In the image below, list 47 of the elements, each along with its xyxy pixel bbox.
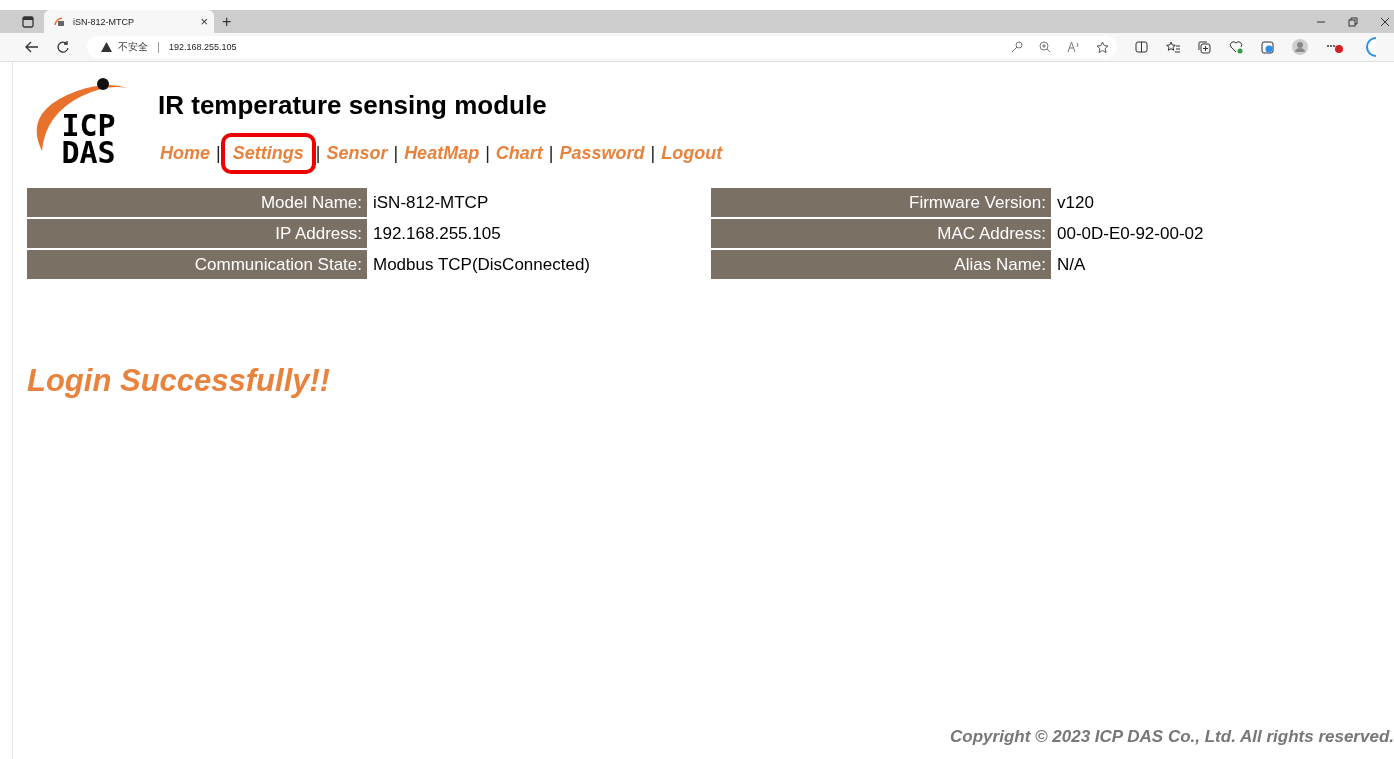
tab-list-icon[interactable] <box>22 15 34 28</box>
info-value: 00-0D-E0-92-00-02 <box>1056 223 1204 244</box>
info-label: IP Address: <box>27 219 367 248</box>
site-logo-icon <box>54 16 65 27</box>
nav-separator: | <box>548 143 554 164</box>
star-icon[interactable] <box>1096 40 1109 54</box>
info-label: Communication State: <box>27 250 367 279</box>
favorites-icon[interactable] <box>1166 41 1180 53</box>
nav-separator: | <box>393 143 399 164</box>
back-icon[interactable] <box>25 41 39 53</box>
health-icon[interactable] <box>1229 40 1243 54</box>
nav-link[interactable]: HeatMap <box>402 137 482 170</box>
warning-icon <box>101 42 112 52</box>
info-value: N/A <box>1056 254 1086 275</box>
tab-title: iSN-812-MTCP <box>73 16 135 27</box>
info-value: iSN-812-MTCP <box>372 192 489 213</box>
split-screen-icon[interactable] <box>1135 41 1148 53</box>
reload-icon[interactable] <box>57 41 69 53</box>
nav-link[interactable]: Chart <box>493 137 545 170</box>
page-title: IR temperature sensing module <box>158 90 548 121</box>
nav-separator: | <box>315 143 321 164</box>
new-tab-button[interactable]: + <box>222 12 232 31</box>
nav-separator: | <box>650 143 656 164</box>
close-icon[interactable] <box>1380 16 1390 27</box>
browser-tab[interactable]: iSN-812-MTCP × <box>44 10 214 33</box>
read-aloud-icon[interactable] <box>1067 41 1080 53</box>
close-tab-button[interactable]: × <box>200 14 208 29</box>
nav-separator: | <box>216 143 221 164</box>
login-message: Login Successfully!! <box>27 363 332 399</box>
nav-link[interactable]: Password <box>557 137 647 170</box>
info-label: MAC Address: <box>711 219 1051 248</box>
nav-link[interactable]: Home <box>158 137 212 170</box>
info-label: Firmware Version: <box>711 188 1051 217</box>
info-value: v120 <box>1056 192 1094 213</box>
zoom-icon[interactable] <box>1039 41 1051 53</box>
collections-icon[interactable] <box>1198 40 1211 54</box>
info-value: Modbus TCP(DisConnected) <box>372 254 590 275</box>
restore-icon[interactable] <box>1348 16 1358 27</box>
nav-link[interactable]: Logout <box>659 137 725 170</box>
address-field[interactable]: 不安全 192.168.255.105 <box>87 36 1117 58</box>
info-label: Model Name: <box>27 188 367 217</box>
info-label: Alias Name: <box>711 250 1051 279</box>
nav-separator: | <box>485 143 490 164</box>
info-value: 192.168.255.105 <box>372 223 501 244</box>
profile-icon[interactable] <box>1292 39 1308 55</box>
nav-link[interactable]: Sensor <box>324 137 390 170</box>
copyright-text: Copyright © 2023 ICP DAS Co., Ltd. All rights reserved. <box>950 727 1394 746</box>
